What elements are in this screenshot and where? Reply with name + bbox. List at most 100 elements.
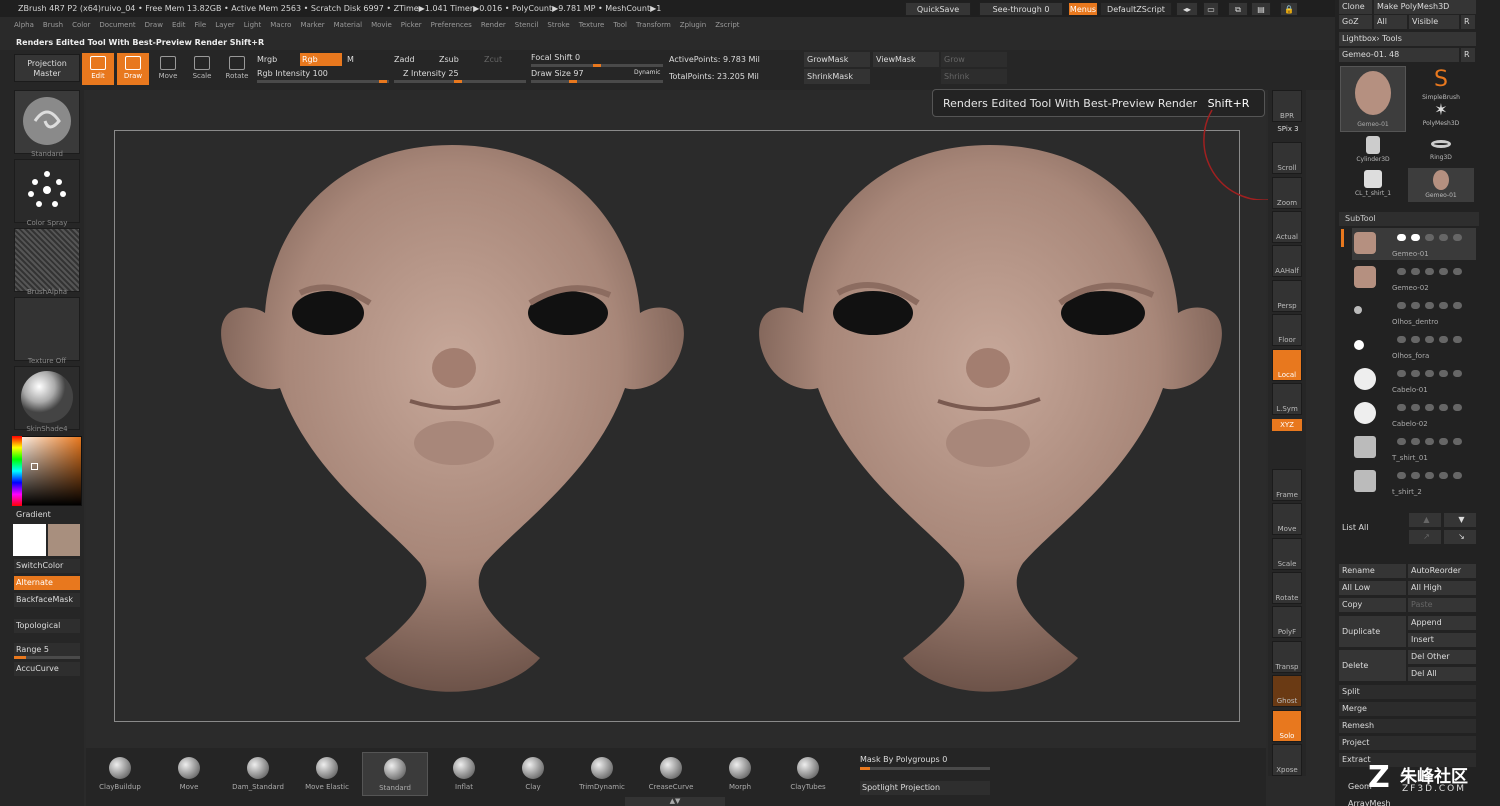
edit-button[interactable]: Edit <box>82 53 114 85</box>
transp-button[interactable]: Transp <box>1272 641 1302 673</box>
prev-next-icon[interactable]: ◂▸ <box>1176 2 1198 16</box>
brush-move-elastic[interactable]: Move Elastic <box>297 752 357 796</box>
default-zscript-button[interactable]: DefaultZScript <box>1100 2 1172 16</box>
projection-master-button[interactable]: Projection Master <box>14 54 80 82</box>
tool-thumb-gemeo[interactable]: Gemeo-01 <box>1340 66 1406 132</box>
local-button[interactable]: Local <box>1272 349 1302 381</box>
tool-thumb-ring[interactable]: Ring3D <box>1408 134 1474 166</box>
menu-draw[interactable]: Draw <box>145 21 163 29</box>
current-tool-slider[interactable]: Gemeo-01. 48 <box>1339 48 1459 62</box>
head-model-right[interactable] <box>748 143 1228 720</box>
color-picker[interactable] <box>12 436 82 506</box>
range-track[interactable] <box>14 656 80 659</box>
rgb-intensity-slider[interactable]: Rgb Intensity 100 <box>257 69 328 78</box>
persp-button[interactable]: Persp <box>1272 280 1302 312</box>
remesh-section[interactable]: Remesh <box>1339 719 1476 733</box>
paste-button[interactable]: Paste <box>1408 598 1476 612</box>
quicksave-button[interactable]: QuickSave <box>905 2 971 16</box>
grow-button[interactable]: Grow <box>941 52 1007 67</box>
subtool-row-7[interactable]: T_shirt_01 <box>1352 432 1476 464</box>
menu-marker[interactable]: Marker <box>300 21 324 29</box>
move-down-arrow-icon[interactable]: ▼ <box>1444 513 1476 527</box>
menu-zplugin[interactable]: Zplugin <box>680 21 706 29</box>
aahalf-button[interactable]: AAHalf <box>1272 245 1302 277</box>
del-other-button[interactable]: Del Other <box>1408 650 1476 664</box>
brush-claybuildup[interactable]: ClayBuildup <box>90 752 150 796</box>
zcut-button[interactable]: Zcut <box>484 55 502 64</box>
brush-creasecurve[interactable]: CreaseCurve <box>641 752 701 796</box>
menu-document[interactable]: Document <box>99 21 135 29</box>
window-icon[interactable]: ⧉ <box>1228 2 1248 16</box>
tool-thumb-tshirt[interactable]: CL_t_shirt_1 <box>1340 168 1406 202</box>
subtool-row-2[interactable]: Gemeo-02 <box>1352 262 1476 294</box>
menu-file[interactable]: File <box>195 21 207 29</box>
bottom-shelf-toggle-icon[interactable]: ▲▼ <box>625 797 725 806</box>
tool-r-button[interactable]: R <box>1461 48 1475 62</box>
lsym-button[interactable]: L.Sym <box>1272 383 1302 415</box>
menu-material[interactable]: Material <box>334 21 362 29</box>
insert-button[interactable]: Insert <box>1408 633 1476 647</box>
move-view-button[interactable]: Move <box>1272 503 1302 535</box>
shrinkmask-button[interactable]: ShrinkMask <box>804 69 870 84</box>
zsub-button[interactable]: Zsub <box>439 55 459 64</box>
brush-standard[interactable]: Standard <box>362 752 428 796</box>
m-button[interactable]: M <box>347 55 354 64</box>
draw-size-track[interactable] <box>531 80 663 83</box>
menu-brush[interactable]: Brush <box>43 21 63 29</box>
append-button[interactable]: Append <box>1408 616 1476 630</box>
texture-thumb[interactable] <box>14 297 80 361</box>
zoom-button[interactable]: Zoom <box>1272 177 1302 209</box>
head-model-left[interactable] <box>210 143 695 720</box>
tool-thumb-gemeo-2[interactable]: Gemeo-01 <box>1408 168 1474 202</box>
see-through-slider[interactable]: See-through 0 <box>979 2 1063 16</box>
subtool-row-1[interactable]: Gemeo-01 <box>1352 228 1476 260</box>
subtool-row-8[interactable]: t_shirt_2 <box>1352 466 1476 498</box>
scale-view-button[interactable]: Scale <box>1272 538 1302 570</box>
subtool-toggles[interactable] <box>1397 302 1467 310</box>
menu-macro[interactable]: Macro <box>270 21 291 29</box>
menu-light[interactable]: Light <box>244 21 261 29</box>
arrow-up-right-icon[interactable]: ↗ <box>1409 530 1441 544</box>
all-low-button[interactable]: All Low <box>1339 581 1406 595</box>
xpose-button[interactable]: Xpose <box>1272 744 1302 776</box>
subtool-toggles[interactable] <box>1397 472 1467 480</box>
subtool-row-3[interactable]: Olhos_dentro <box>1352 296 1476 328</box>
mask-by-polygroups-track[interactable] <box>860 767 990 770</box>
subtool-row-4[interactable]: Olhos_fora <box>1352 330 1476 362</box>
r-button[interactable]: R <box>1461 15 1475 29</box>
lightbox-tools-button[interactable]: Lightbox› Tools <box>1339 32 1476 46</box>
viewmask-button[interactable]: ViewMask <box>873 52 939 67</box>
del-all-button[interactable]: Del All <box>1408 667 1476 681</box>
arrange-icon[interactable]: ▤ <box>1251 2 1271 16</box>
subtool-row-6[interactable]: Cabelo-02 <box>1352 398 1476 430</box>
arrow-down-right-icon[interactable]: ↘ <box>1444 530 1476 544</box>
make-polymesh-button[interactable]: Make PolyMesh3D <box>1374 0 1476 14</box>
split-section[interactable]: Split <box>1339 685 1476 699</box>
hue-strip[interactable] <box>12 436 22 506</box>
menu-tool[interactable]: Tool <box>613 21 627 29</box>
draw-size-slider[interactable]: Draw Size 97 <box>531 69 584 78</box>
shrink-button[interactable]: Shrink <box>941 69 1007 84</box>
floor-button[interactable]: Floor <box>1272 314 1302 346</box>
scale-button[interactable]: Scale <box>186 53 218 85</box>
menu-picker[interactable]: Picker <box>401 21 422 29</box>
z-intensity-slider[interactable]: Z Intensity 25 <box>403 69 459 78</box>
brush-thumb[interactable] <box>14 90 80 154</box>
main-color-swatch[interactable] <box>13 524 46 556</box>
menu-alpha[interactable]: Alpha <box>14 21 34 29</box>
brush-dam-standard[interactable]: Dam_Standard <box>228 752 288 796</box>
all-button[interactable]: All <box>1374 15 1407 29</box>
menu-stroke[interactable]: Stroke <box>547 21 569 29</box>
menu-transform[interactable]: Transform <box>636 21 671 29</box>
tool-thumb-cylinder[interactable]: Cylinder3D <box>1340 134 1406 166</box>
layout-icon[interactable]: ▭ <box>1203 2 1219 16</box>
lock-icon[interactable]: 🔒 <box>1280 2 1298 16</box>
visible-button[interactable]: Visible <box>1409 15 1459 29</box>
subtool-toggles[interactable] <box>1397 336 1467 344</box>
alpha-thumb[interactable] <box>14 228 80 292</box>
brush-clay[interactable]: Clay <box>503 752 563 796</box>
rename-button[interactable]: Rename <box>1339 564 1406 578</box>
polyf-button[interactable]: PolyF <box>1272 606 1302 638</box>
rgb-intensity-track[interactable] <box>257 80 389 83</box>
menu-movie[interactable]: Movie <box>371 21 392 29</box>
